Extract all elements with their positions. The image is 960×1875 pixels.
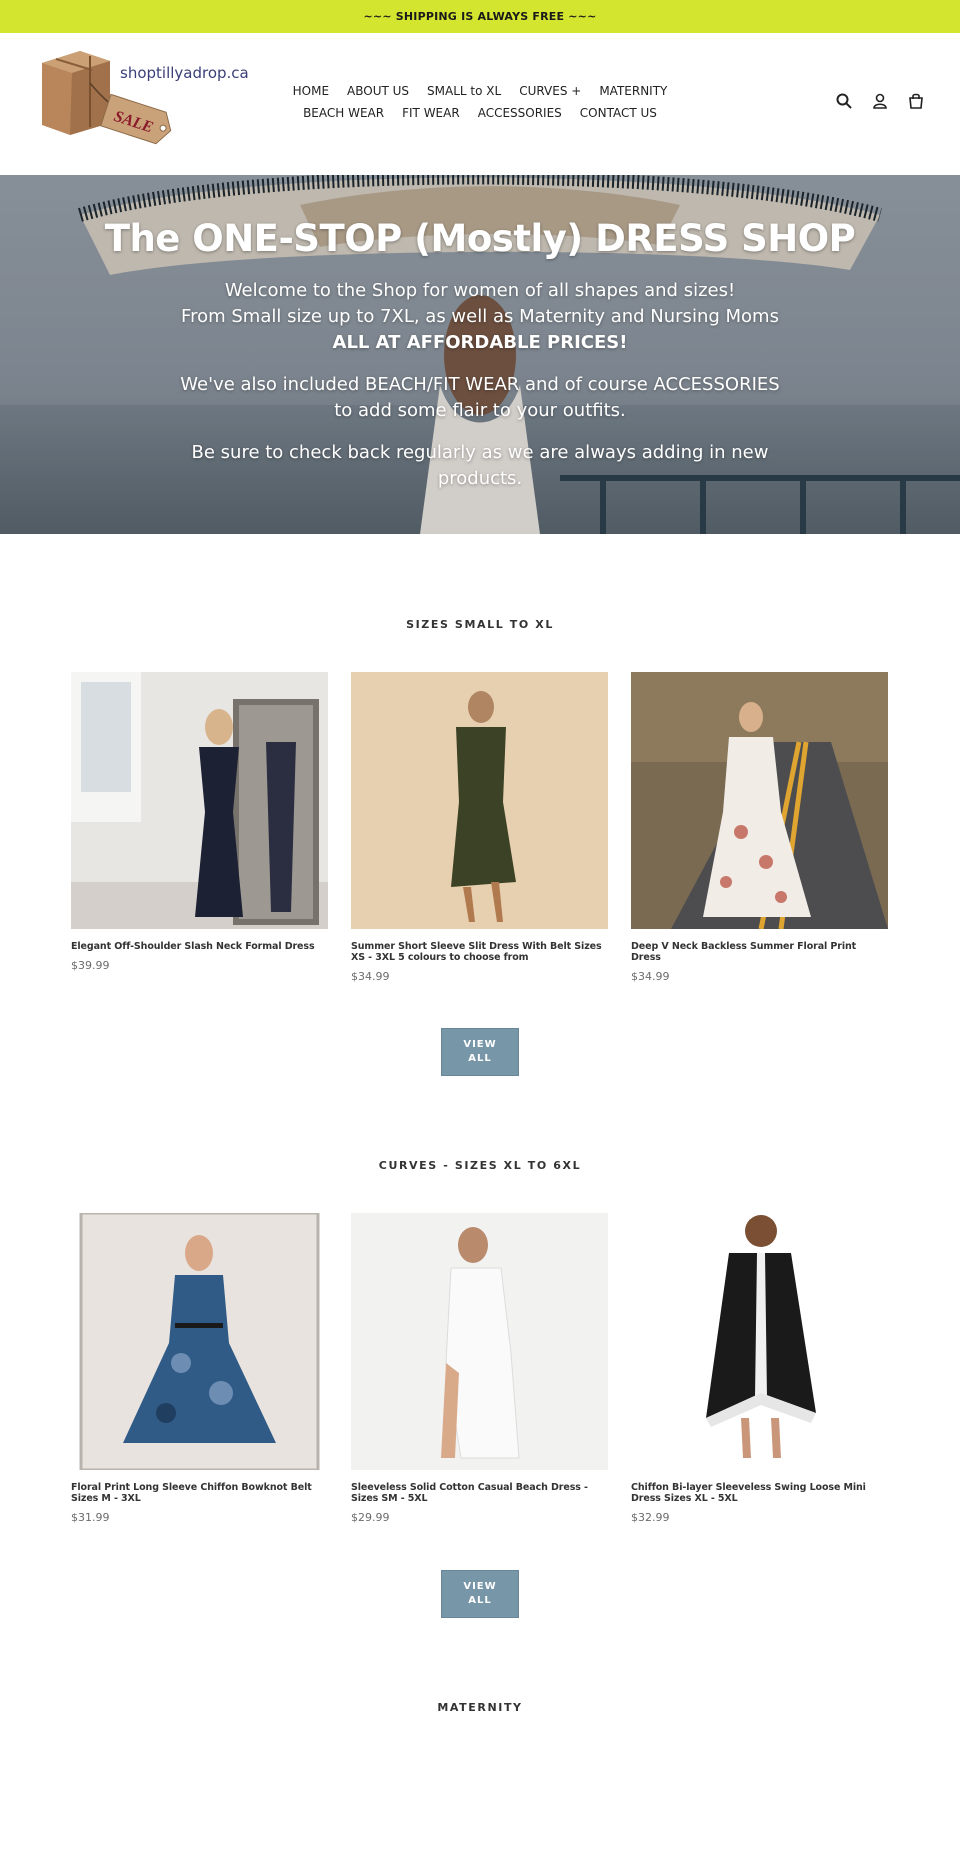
nav-accessories[interactable]: ACCESSORIES	[478, 105, 562, 121]
section-title-maternity: MATERNITY	[437, 1701, 523, 1714]
hero-accessories-paragraph: We've also included BEACH/FIT WEAR and o…	[180, 374, 780, 421]
product-image[interactable]	[71, 1213, 328, 1470]
product-price: $39.99	[71, 959, 110, 972]
product-name[interactable]: Floral Print Long Sleeve Chiffon Bowknot…	[71, 1482, 328, 1504]
nav-contact-us[interactable]: CONTACT US	[580, 105, 657, 121]
product-card[interactable]: Elegant Off-Shoulder Slash Neck Formal D…	[71, 672, 328, 972]
product-card[interactable]: Floral Print Long Sleeve Chiffon Bowknot…	[71, 1213, 328, 1524]
hero-sizes-line: From Small size up to 7XL, as well as Ma…	[181, 306, 779, 327]
section-title-small-to-xl: SIZES SMALL TO XL	[406, 618, 554, 631]
product-name[interactable]: Chiffon Bi-layer Sleeveless Swing Loose …	[631, 1482, 888, 1504]
nav-beach-wear[interactable]: BEACH WEAR	[303, 105, 384, 121]
view-all-label-line2: ALL	[468, 1595, 492, 1606]
product-name[interactable]: Summer Short Sleeve Slit Dress With Belt…	[351, 941, 608, 963]
product-name[interactable]: Sleeveless Solid Cotton Casual Beach Dre…	[351, 1482, 608, 1504]
product-price: $31.99	[71, 1511, 110, 1524]
product-price: $32.99	[631, 1511, 670, 1524]
view-all-button[interactable]: VIEW ALL	[441, 1570, 519, 1618]
nav-home[interactable]: HOME	[293, 83, 329, 99]
product-card[interactable]: Sleeveless Solid Cotton Casual Beach Dre…	[351, 1213, 608, 1524]
nav-small-to-xl[interactable]: SMALL to XL	[427, 83, 501, 99]
hero-banner: The ONE-STOP (Mostly) DRESS SHOP Welcome…	[0, 175, 960, 534]
product-name[interactable]: Deep V Neck Backless Summer Floral Print…	[631, 941, 888, 963]
nav-curves[interactable]: CURVES +	[519, 83, 581, 99]
product-card[interactable]: Deep V Neck Backless Summer Floral Print…	[631, 672, 888, 983]
cart-icon[interactable]	[906, 91, 926, 111]
nav-about-us[interactable]: ABOUT US	[347, 83, 409, 99]
product-image[interactable]	[631, 1213, 888, 1470]
product-image[interactable]	[71, 672, 328, 929]
main-nav: HOME ABOUT US SMALL to XL CURVES + MATER…	[290, 83, 670, 121]
site-header: SALE shoptillyadrop.ca HOME ABOUT US SMA…	[0, 33, 960, 175]
main-nav-row-1: HOME ABOUT US SMALL to XL CURVES + MATER…	[290, 83, 670, 99]
announcement-text: ~~~ SHIPPING IS ALWAYS FREE ~~~	[363, 10, 597, 23]
account-icon[interactable]	[870, 91, 890, 111]
product-price: $29.99	[351, 1511, 390, 1524]
view-all-label-line2: ALL	[468, 1053, 492, 1064]
product-card[interactable]: Chiffon Bi-layer Sleeveless Swing Loose …	[631, 1213, 888, 1524]
logo-text: shoptillyadrop.ca	[120, 64, 249, 82]
product-card[interactable]: Summer Short Sleeve Slit Dress With Belt…	[351, 672, 608, 983]
view-all-label-line1: VIEW	[463, 1581, 497, 1592]
search-icon[interactable]	[834, 91, 854, 111]
header-icons	[834, 91, 926, 111]
view-all-label-line1: VIEW	[463, 1039, 497, 1050]
product-name[interactable]: Elegant Off-Shoulder Slash Neck Formal D…	[71, 941, 328, 952]
product-image[interactable]	[351, 1213, 608, 1470]
main-nav-row-2: BEACH WEAR FIT WEAR ACCESSORIES CONTACT …	[290, 105, 670, 121]
product-image[interactable]	[351, 672, 608, 929]
hero-title: The ONE-STOP (Mostly) DRESS SHOP	[104, 217, 856, 260]
product-image[interactable]	[631, 672, 888, 929]
hero-prices-line: ALL AT AFFORDABLE PRICES!	[332, 332, 628, 353]
nav-fit-wear[interactable]: FIT WEAR	[402, 105, 460, 121]
hero-welcome-line: Welcome to the Shop for women of all sha…	[224, 280, 736, 301]
section-title-curves: CURVES - SIZES XL TO 6XL	[378, 1159, 582, 1172]
view-all-button[interactable]: VIEW ALL	[441, 1028, 519, 1076]
product-price: $34.99	[351, 970, 390, 983]
hero-check-back-paragraph: Be sure to check back regularly as we ar…	[191, 442, 769, 489]
announcement-bar: ~~~ SHIPPING IS ALWAYS FREE ~~~	[0, 0, 960, 33]
logo-image: SALE shoptillyadrop.ca	[42, 51, 249, 145]
product-price: $34.99	[631, 970, 670, 983]
nav-maternity[interactable]: MATERNITY	[599, 83, 667, 99]
logo[interactable]: SALE shoptillyadrop.ca	[40, 43, 260, 160]
